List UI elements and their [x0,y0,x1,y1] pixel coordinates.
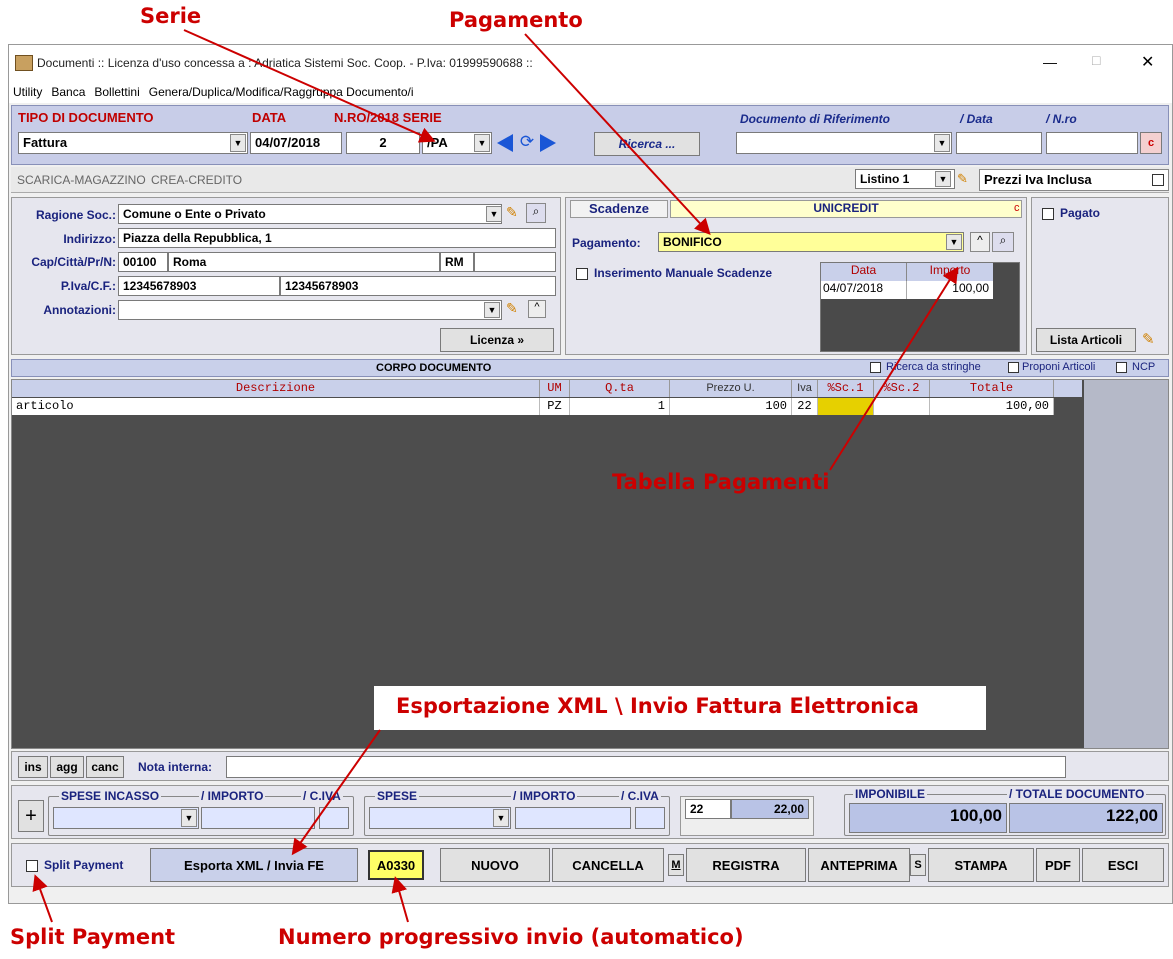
annotation-arrows [32,29,959,923]
